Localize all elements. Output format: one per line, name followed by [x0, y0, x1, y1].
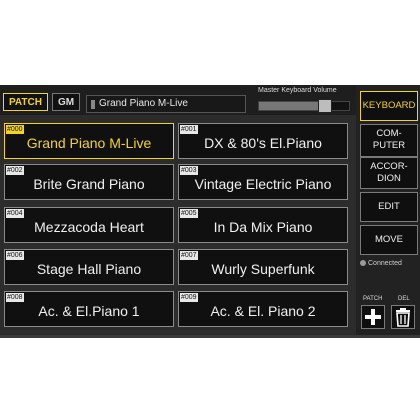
patch-tile[interactable]: #009 Ac. & El. Piano 2	[178, 291, 348, 327]
patch-number: #007	[180, 251, 198, 260]
patch-mode-button[interactable]: PATCH	[3, 93, 48, 111]
patch-number: #003	[180, 166, 198, 175]
patch-tile[interactable]: #002 Brite Grand Piano	[4, 164, 174, 200]
patch-name: Vintage Electric Piano	[194, 176, 332, 192]
patch-add-label: PATCH	[363, 296, 383, 302]
keyboard-button[interactable]: KEYBOARD	[360, 91, 418, 121]
patch-indicator-icon	[91, 100, 95, 109]
patch-number: #006	[6, 251, 24, 260]
patch-name: DX & 80's El.Piano	[204, 135, 322, 151]
app-screen: PATCH GM Grand Piano M-Live Master Keybo…	[0, 85, 420, 335]
patch-number: #000	[6, 125, 24, 134]
volume-label: Master Keyboard Volume	[258, 87, 337, 94]
delete-label: DEL	[398, 296, 410, 302]
computer-label-line1: COM-	[376, 128, 402, 139]
patch-number: #004	[6, 209, 24, 218]
connection-icon	[360, 260, 366, 267]
patch-number: #005	[180, 209, 198, 218]
gm-mode-button[interactable]: GM	[51, 93, 81, 111]
patch-tile[interactable]: #007 Wurly Superfunk	[178, 249, 348, 285]
patch-tile[interactable]: #003 Vintage Electric Piano	[178, 164, 348, 200]
patch-number: #008	[6, 293, 24, 302]
connection-status-text: Connected	[368, 260, 402, 267]
move-button[interactable]: MOVE	[360, 225, 418, 255]
patch-tile[interactable]: #004 Mezzacoda Heart	[4, 207, 174, 243]
patch-name: In Da Mix Piano	[213, 219, 313, 235]
master-volume-slider[interactable]	[258, 99, 350, 113]
patch-name: Stage Hall Piano	[36, 261, 142, 277]
accordion-label-line1: ACCOR-	[370, 161, 408, 172]
patch-name: Brite Grand Piano	[33, 176, 145, 192]
plus-icon	[365, 309, 381, 325]
accordion-label-line2: DION	[377, 173, 401, 184]
patch-name: Mezzacoda Heart	[34, 219, 144, 235]
edit-label: EDIT	[378, 201, 400, 212]
move-label: MOVE	[375, 234, 403, 245]
patch-name: Grand Piano M-Live	[26, 135, 152, 151]
patch-name: Ac. & El. Piano 2	[210, 303, 316, 319]
current-patch-name: Grand Piano M-Live	[99, 98, 188, 109]
delete-patch-button[interactable]	[391, 305, 415, 329]
keyboard-label: KEYBOARD	[362, 100, 416, 111]
computer-button[interactable]: COM- PUTER	[360, 124, 418, 157]
accordion-button[interactable]: ACCOR- DION	[360, 157, 418, 189]
patch-tile[interactable]: #000 Grand Piano M-Live	[4, 123, 174, 159]
patch-number: #001	[180, 125, 198, 134]
current-patch-display[interactable]: Grand Piano M-Live	[86, 95, 246, 113]
patch-tile[interactable]: #001 DX & 80's El.Piano	[178, 123, 348, 159]
connection-status: Connected	[360, 260, 402, 267]
edit-button[interactable]: EDIT	[360, 192, 418, 222]
patch-number: #009	[180, 293, 198, 302]
add-patch-button[interactable]	[361, 305, 385, 329]
volume-fill	[259, 102, 318, 110]
patch-name: Ac. & El.Piano 1	[38, 303, 140, 319]
mode-selector: PATCH GM	[3, 93, 81, 111]
volume-slider-handle[interactable]	[318, 99, 332, 113]
computer-label-line2: PUTER	[372, 140, 406, 151]
patch-tile[interactable]: #005 In Da Mix Piano	[178, 207, 348, 243]
patch-name: Wurly Superfunk	[211, 261, 315, 277]
trash-icon	[396, 308, 410, 327]
patch-number: #002	[6, 166, 24, 175]
patch-tile[interactable]: #008 Ac. & El.Piano 1	[4, 291, 174, 327]
bottom-bar	[0, 335, 420, 338]
side-panel: KEYBOARD COM- PUTER ACCOR- DION EDIT MOV…	[356, 85, 420, 335]
patch-tile[interactable]: #006 Stage Hall Piano	[4, 249, 174, 285]
